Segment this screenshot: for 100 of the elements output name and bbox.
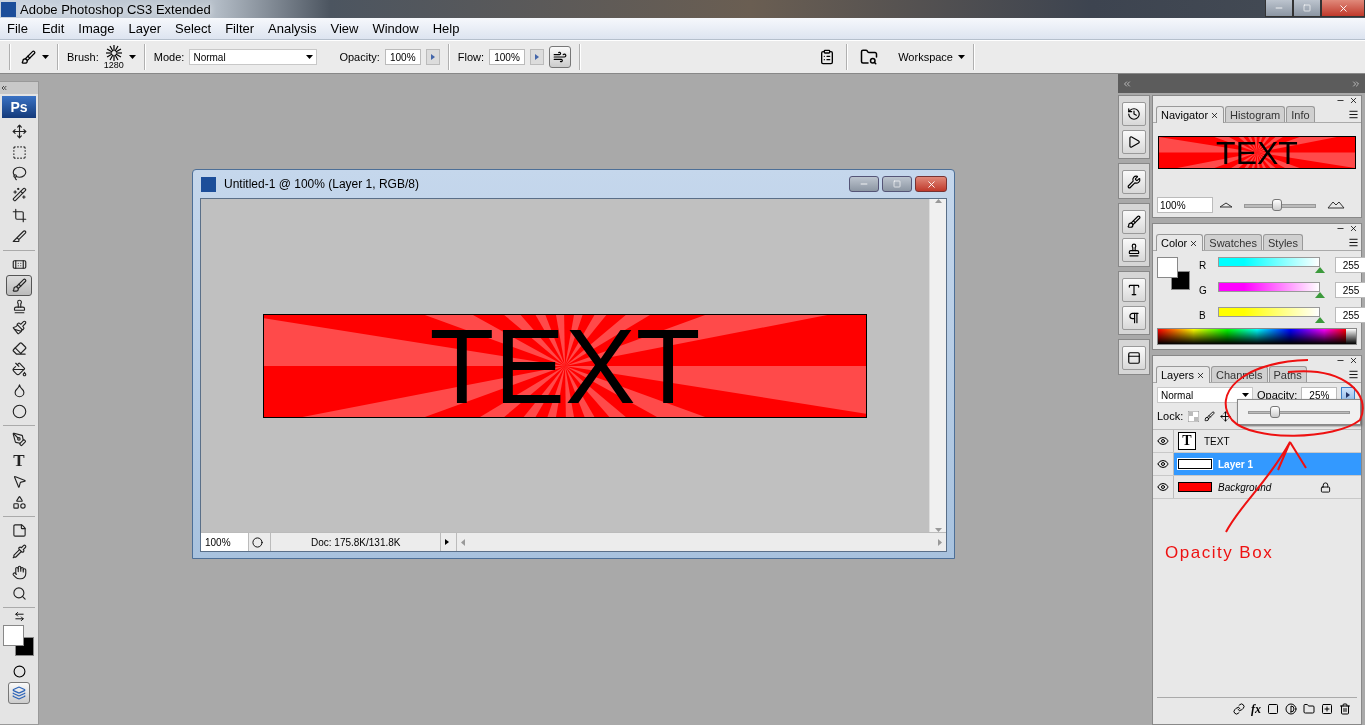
close-icon[interactable] [1196, 370, 1206, 380]
app-icon [1, 1, 16, 17]
screen-mode-button[interactable] [8, 682, 30, 704]
eye-icon[interactable] [1157, 458, 1169, 470]
layer-name: Layer 1 [1218, 458, 1255, 470]
menu-item[interactable]: Help [425, 21, 467, 36]
panel-tab[interactable]: Paths [1268, 366, 1307, 382]
panel-tab[interactable]: Swatches [1204, 234, 1262, 250]
blend-mode-select[interactable]: Normal [1157, 387, 1253, 403]
close-icon[interactable] [1210, 110, 1220, 120]
restore-icon [893, 180, 901, 188]
channel-value-field[interactable]: 255 [1335, 282, 1365, 298]
menu-icon[interactable] [1348, 109, 1359, 120]
menu-item[interactable]: Filter [218, 21, 262, 36]
panel-tab[interactable]: Color [1156, 234, 1204, 251]
opacity-slider-button[interactable] [425, 49, 440, 65]
menu-item[interactable]: Select [168, 21, 219, 36]
panel-tab[interactable]: Info [1286, 106, 1315, 122]
layers-icon [12, 686, 26, 700]
menu-item[interactable]: Window [365, 21, 426, 36]
swap-colors-icon[interactable] [13, 611, 25, 622]
menu-item[interactable]: Analysis [261, 21, 324, 36]
tool-button[interactable] [6, 275, 32, 296]
opacity-field[interactable]: 100% [384, 49, 421, 65]
panel-tab[interactable]: Layers [1156, 366, 1211, 383]
eye-icon[interactable] [1157, 435, 1169, 447]
status-icon[interactable] [252, 536, 263, 548]
arrow-icon [535, 54, 540, 60]
adjustment-icon[interactable] [1285, 703, 1297, 715]
brush-tip-icon [105, 44, 122, 61]
lock-label: Lock: [1157, 410, 1184, 422]
close-icon[interactable] [1349, 356, 1358, 365]
stamp-icon [1127, 243, 1141, 257]
menu-item[interactable]: Edit [34, 21, 72, 36]
ps-logo[interactable]: Ps [2, 96, 36, 118]
zoom-field[interactable]: 100% [1157, 197, 1213, 213]
close-icon[interactable] [1189, 238, 1199, 248]
workspace-menu[interactable]: Workspace [898, 51, 965, 63]
panel-icon [1127, 351, 1141, 365]
minimize-button[interactable] [849, 176, 879, 192]
mask-icon[interactable] [1267, 703, 1279, 715]
menu-item[interactable]: File [0, 21, 35, 36]
flow-field[interactable]: 100% [489, 49, 526, 65]
restore-button[interactable] [882, 176, 912, 192]
zoom-in-icon[interactable] [1327, 201, 1345, 209]
paragraph-button[interactable] [1122, 306, 1146, 330]
color-spectrum[interactable] [1157, 328, 1357, 345]
collapse-icon[interactable] [0, 84, 8, 92]
menu-icon[interactable] [1348, 369, 1359, 380]
link-icon[interactable] [1233, 703, 1245, 715]
zoom-out-icon[interactable] [1219, 202, 1233, 208]
panel-tab[interactable]: Histogram [1225, 106, 1286, 122]
checkerboard-icon[interactable] [1188, 410, 1200, 422]
layer-style-button[interactable]: fx [1251, 701, 1261, 717]
clone-source-button[interactable] [1122, 238, 1146, 262]
slider-thumb[interactable] [1315, 267, 1325, 273]
menu-item[interactable]: View [323, 21, 366, 36]
menu-icon[interactable] [1348, 237, 1359, 248]
shapes-icon [11, 495, 27, 510]
eye-icon[interactable] [1157, 481, 1169, 493]
brush-icon[interactable] [1204, 410, 1216, 422]
slider-thumb[interactable] [1269, 406, 1280, 418]
character-button[interactable] [1122, 278, 1146, 302]
panel-tab[interactable]: Styles [1263, 234, 1303, 250]
restore-button[interactable] [1293, 0, 1321, 17]
color-swatches-icon[interactable] [1157, 257, 1191, 291]
layer-comps-button[interactable] [1122, 346, 1146, 370]
close-icon[interactable] [1349, 224, 1358, 233]
document-info: Doc: 175.8K/131.8K [271, 533, 441, 551]
trash-icon[interactable] [1339, 703, 1351, 715]
minimize-button[interactable] [1265, 0, 1293, 17]
banner-text: TEXT [1216, 137, 1298, 168]
folder-icon[interactable] [1303, 703, 1315, 715]
channel-value-field[interactable]: 255 [1335, 307, 1365, 323]
close-button[interactable] [1321, 0, 1365, 17]
flow-slider-button[interactable] [530, 49, 545, 65]
channel-value-field[interactable]: 255 [1335, 257, 1365, 273]
slider-thumb[interactable] [1272, 199, 1283, 211]
close-button[interactable] [915, 176, 947, 192]
slider-thumb[interactable] [1315, 292, 1325, 298]
zoom-field[interactable]: 100% [201, 533, 249, 551]
menu-item[interactable]: Image [71, 21, 122, 36]
close-icon[interactable] [1349, 96, 1358, 105]
menu-item[interactable]: Layer [121, 21, 169, 36]
banner-text: TEXT [429, 314, 701, 417]
color-swatches-icon[interactable] [3, 625, 35, 657]
tool-presets-button[interactable] [1122, 170, 1146, 194]
move-icon[interactable] [1220, 410, 1232, 422]
panel-tab[interactable]: Navigator [1156, 106, 1225, 123]
mode-select[interactable]: Normal [189, 49, 318, 65]
type-tool[interactable]: T [6, 450, 32, 471]
history-button[interactable] [1122, 102, 1146, 126]
actions-button[interactable] [1122, 130, 1146, 154]
airbrush-button[interactable] [549, 46, 572, 68]
stamp-icon [11, 299, 27, 314]
close-icon [925, 178, 937, 190]
brushes-button[interactable] [1122, 210, 1146, 234]
new-layer-icon[interactable] [1321, 703, 1333, 715]
window-title: Adobe Photoshop CS3 Extended [20, 1, 211, 17]
pen-icon [11, 432, 27, 447]
